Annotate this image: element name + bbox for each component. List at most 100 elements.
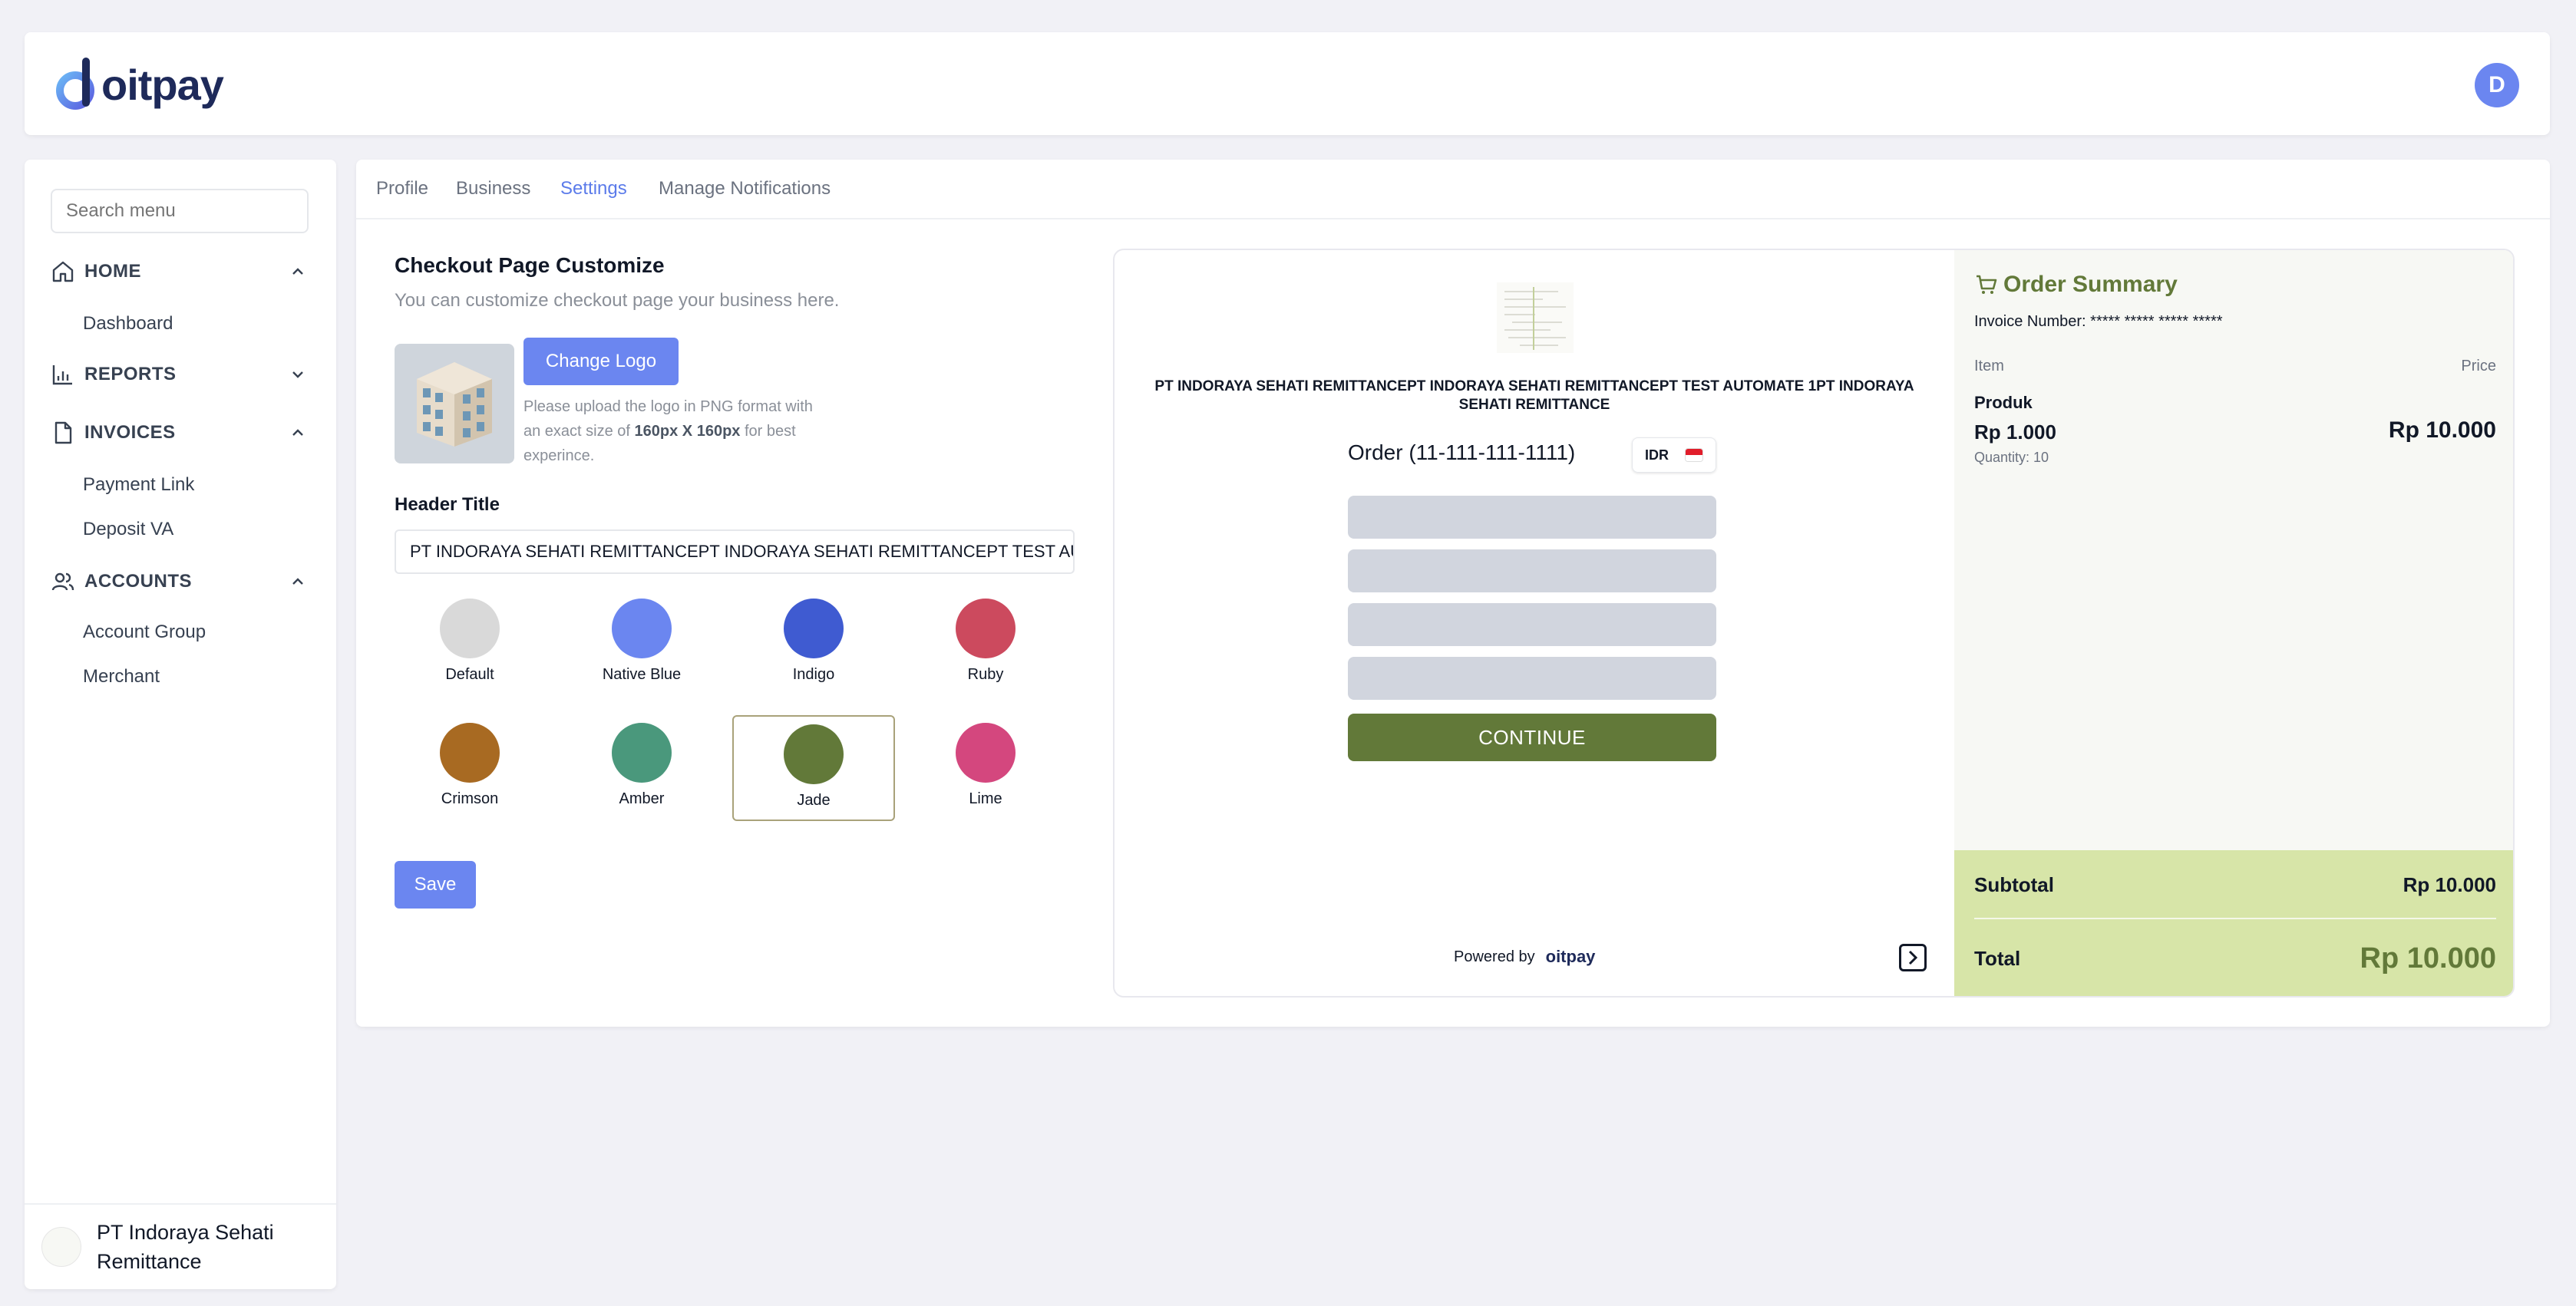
save-button[interactable]: Save xyxy=(395,861,476,909)
cart-icon xyxy=(1977,275,1997,294)
theme-swatch xyxy=(784,724,844,784)
subtotal-row: Subtotal Rp 10.000 xyxy=(1974,867,2496,902)
item-column-header: Item xyxy=(1974,358,2004,374)
brand-name: oitpay xyxy=(101,60,224,109)
building-logo-icon xyxy=(417,362,492,447)
sidebar-item-dashboard[interactable]: Dashboard xyxy=(83,313,173,335)
theme-swatch xyxy=(956,599,1016,658)
users-icon xyxy=(51,572,74,591)
theme-option-amber[interactable]: Amber xyxy=(566,715,717,821)
invoice-number: Invoice Number: ***** ***** ***** ***** xyxy=(1974,313,2223,330)
bar-chart-icon xyxy=(52,365,72,385)
product-line-total: Rp 10.000 xyxy=(2388,417,2496,443)
theme-option-lime[interactable]: Lime xyxy=(910,715,1061,821)
total-row: Total Rp 10.000 xyxy=(1974,939,2496,978)
sidebar-item-payment-link[interactable]: Payment Link xyxy=(83,474,194,496)
theme-name: Default xyxy=(445,666,494,683)
theme-option-ruby[interactable]: Ruby xyxy=(910,591,1061,697)
header-title-label: Header Title xyxy=(395,494,500,515)
order-number: Order (11-111-111-1111) xyxy=(1348,440,1576,464)
sidebar-section-label: HOME xyxy=(84,261,141,282)
tab-manage-notifications[interactable]: Manage Notifications xyxy=(659,178,831,200)
theme-name: Jade xyxy=(797,792,831,809)
price-column-header: Price xyxy=(2461,358,2496,374)
product-name: Produk xyxy=(1974,393,2033,412)
theme-option-indigo[interactable]: Indigo xyxy=(738,591,889,697)
user-avatar[interactable]: D xyxy=(2475,63,2519,107)
checkout-form-preview: PT INDORAYA SEHATI REMITTANCEPT INDORAYA… xyxy=(1115,250,1954,996)
theme-name: Amber xyxy=(619,790,665,807)
header-title-input[interactable]: PT INDORAYA SEHATI REMITTANCEPT INDORAYA… xyxy=(395,529,1075,574)
chevron-up-icon[interactable] xyxy=(290,264,305,279)
theme-name: Ruby xyxy=(967,666,1004,683)
sidebar-section-home[interactable]: HOME xyxy=(51,253,312,290)
form-field-placeholder[interactable] xyxy=(1348,496,1716,539)
powered-by-brand: oitpay xyxy=(1545,947,1596,966)
theme-option-default[interactable]: Default xyxy=(395,591,545,697)
theme-name: Crimson xyxy=(441,790,499,807)
sidebar-section-reports[interactable]: REPORTS xyxy=(51,356,312,393)
theme-swatch xyxy=(612,599,672,658)
chevron-down-icon[interactable] xyxy=(290,367,305,382)
powered-by: Powered by oitpay xyxy=(1454,947,1595,967)
sidebar-section-invoices[interactable]: INVOICES xyxy=(51,414,312,451)
currency-code: IDR xyxy=(1645,447,1669,463)
total-value: Rp 10.000 xyxy=(2360,942,2496,975)
chevron-right-icon[interactable] xyxy=(1899,944,1927,971)
checkout-header-title: PT INDORAYA SEHATI REMITTANCEPT INDORAYA… xyxy=(1154,378,1914,413)
order-summary-label: Order Summary xyxy=(2003,272,2178,297)
tab-profile[interactable]: Profile xyxy=(376,178,428,200)
search-menu-input[interactable] xyxy=(51,189,309,233)
theme-option-crimson[interactable]: Crimson xyxy=(395,715,545,821)
chevron-up-icon[interactable] xyxy=(290,425,305,440)
sidebar-item-merchant[interactable]: Merchant xyxy=(83,666,160,688)
sidebar-section-label: ACCOUNTS xyxy=(84,571,192,592)
merchant-switcher[interactable]: PT Indoraya Sehati Remittance xyxy=(25,1203,336,1289)
sidebar-item-deposit-va[interactable]: Deposit VA xyxy=(83,519,173,540)
checkout-preview: PT INDORAYA SEHATI REMITTANCEPT INDORAYA… xyxy=(1113,249,2515,998)
theme-name: Native Blue xyxy=(602,666,682,683)
doitpay-logo-icon xyxy=(56,58,94,110)
total-label: Total xyxy=(1974,946,2021,970)
theme-swatch xyxy=(440,723,500,783)
tab-business[interactable]: Business xyxy=(456,178,530,200)
chevron-up-icon[interactable] xyxy=(290,574,305,589)
order-summary-title: Order Summary xyxy=(1974,272,2178,298)
theme-swatch xyxy=(612,723,672,783)
theme-option-native-blue[interactable]: Native Blue xyxy=(566,591,717,697)
form-field-placeholder[interactable] xyxy=(1348,657,1716,700)
top-header: oitpay D xyxy=(25,32,2550,135)
sidebar-item-account-group[interactable]: Account Group xyxy=(83,622,206,643)
indonesia-flag-icon xyxy=(1685,448,1703,462)
merchant-name-line1: PT Indoraya Sehati xyxy=(97,1221,274,1244)
merchant-document-logo-icon xyxy=(1497,282,1574,353)
section-title: Checkout Page Customize xyxy=(395,253,665,277)
continue-button[interactable]: CONTINUE xyxy=(1348,714,1716,761)
theme-option-jade[interactable]: Jade xyxy=(732,715,895,821)
change-logo-button[interactable]: Change Logo xyxy=(523,338,679,385)
order-totals: Subtotal Rp 10.000 Total Rp 10.000 xyxy=(1954,850,2513,996)
upload-hint: Please upload the logo in PNG format wit… xyxy=(523,394,823,468)
currency-selector[interactable]: IDR xyxy=(1632,437,1716,473)
tab-settings[interactable]: Settings xyxy=(560,178,627,200)
settings-tabs: Profile Business Settings Manage Notific… xyxy=(356,160,2550,219)
hint-size: 160px X 160px xyxy=(634,423,741,440)
sidebar-section-label: INVOICES xyxy=(84,422,176,443)
section-subtitle: You can customize checkout page your bus… xyxy=(395,290,840,311)
theme-swatch xyxy=(784,599,844,658)
product-quantity: Quantity: 10 xyxy=(1974,450,2049,465)
form-field-placeholder[interactable] xyxy=(1348,603,1716,646)
sidebar-section-label: REPORTS xyxy=(84,364,177,384)
order-summary-panel: Order Summary Invoice Number: ***** ****… xyxy=(1954,250,2513,996)
theme-name: Lime xyxy=(969,790,1002,807)
brand-logo[interactable]: oitpay xyxy=(52,54,224,115)
theme-swatch xyxy=(956,723,1016,783)
subtotal-label: Subtotal xyxy=(1974,872,2054,896)
powered-by-label: Powered by xyxy=(1454,948,1535,965)
form-field-placeholder[interactable] xyxy=(1348,549,1716,592)
subtotal-value: Rp 10.000 xyxy=(2403,872,2496,896)
theme-name: Indigo xyxy=(792,666,835,683)
product-unit-price: Rp 1.000 xyxy=(1974,420,2056,444)
sidebar: HOME Dashboard REPORTS INVOICES Payment … xyxy=(25,160,336,1289)
sidebar-section-accounts[interactable]: ACCOUNTS xyxy=(51,563,312,600)
